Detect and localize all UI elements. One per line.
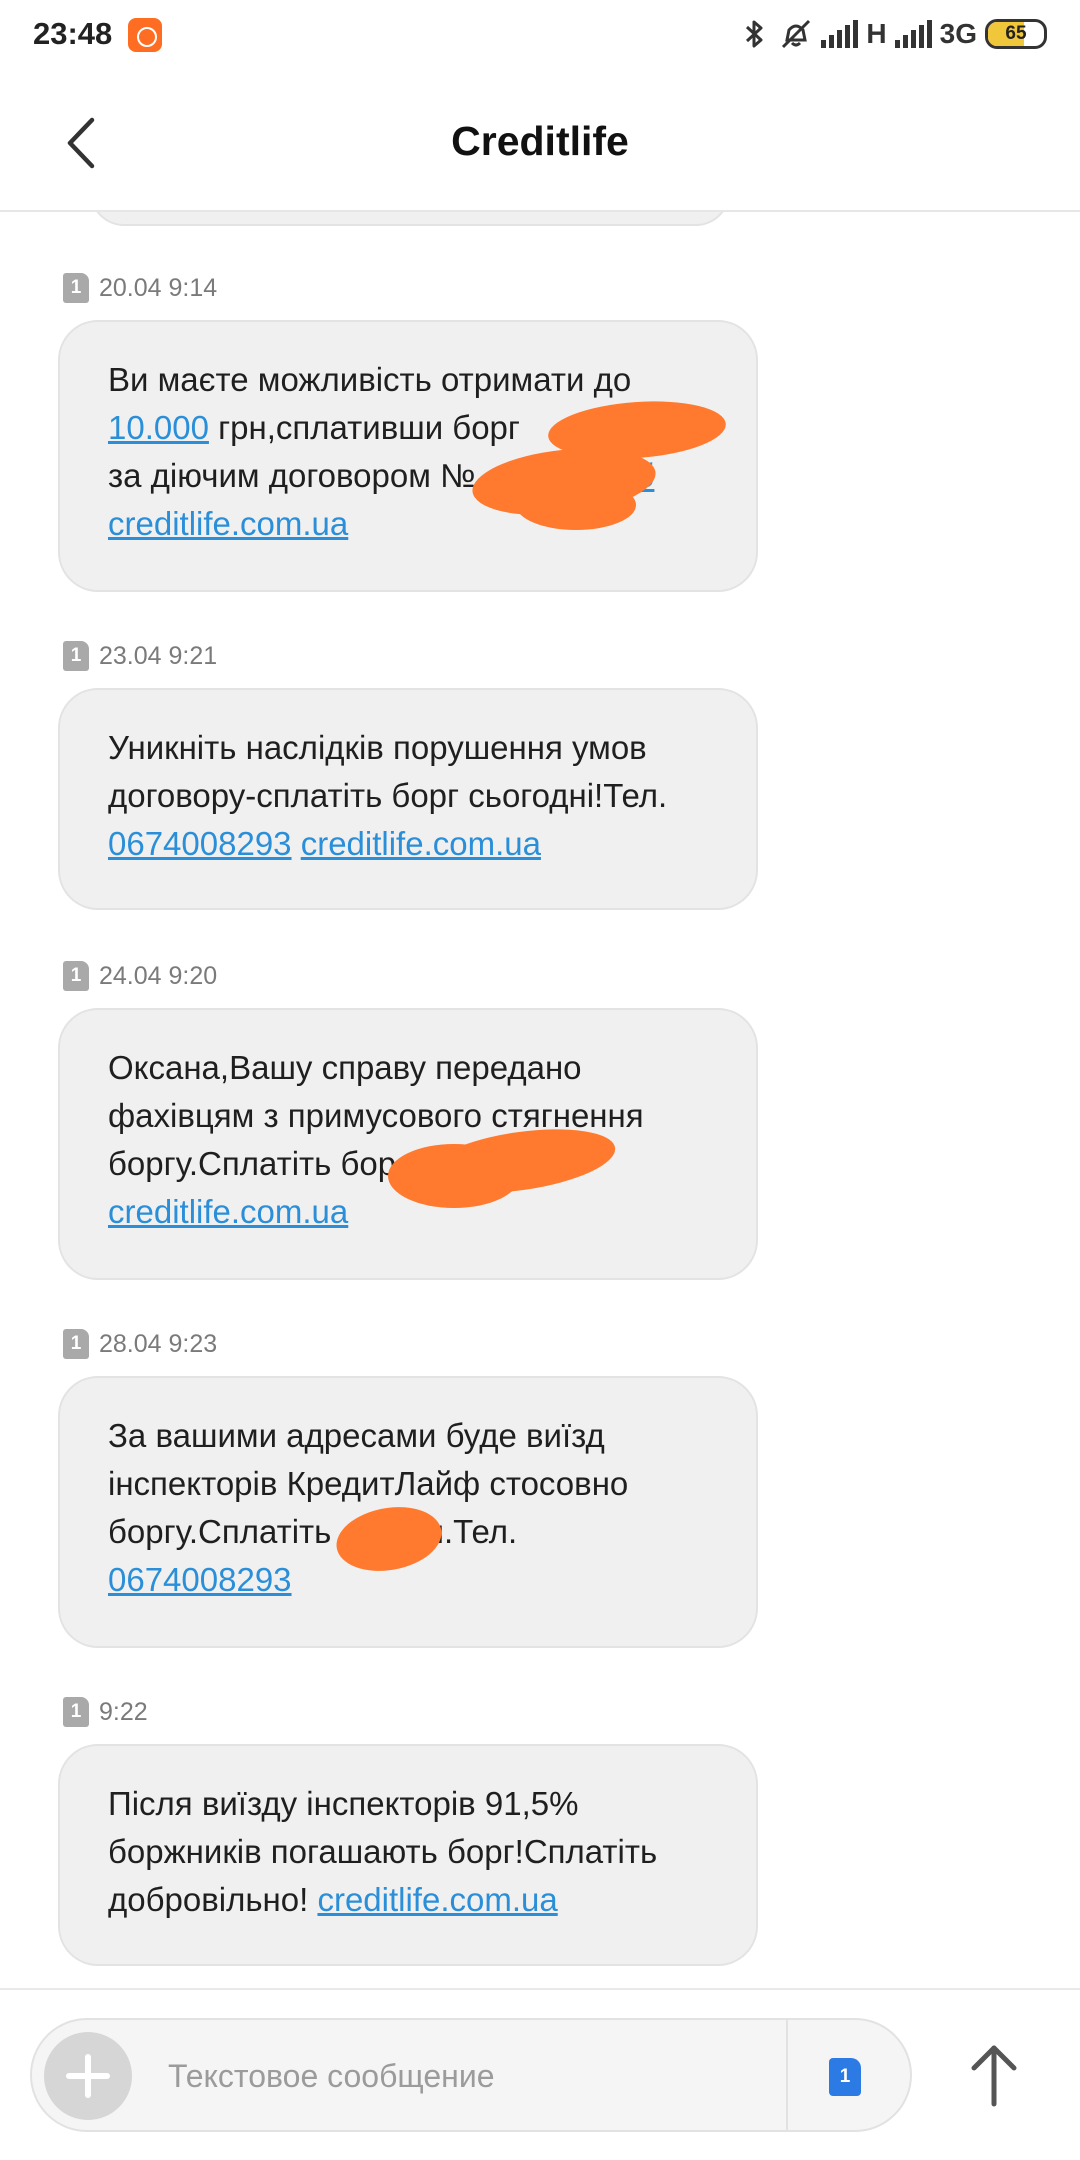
message-meta: 1 23.04 9:21 [63,640,217,672]
composer-bar: Текстовое сообщение 1 [0,1988,1080,2160]
message-bubble[interactable]: Уникніть наслідків порушення умов догово… [58,688,758,910]
amount-link[interactable]: 10.000 [108,409,209,446]
website-link[interactable]: creditlife.com.ua [108,1193,348,1230]
message-timestamp: 9:22 [99,1697,148,1726]
previous-message-bubble [90,212,730,226]
message-meta: 1 24.04 9:20 [63,960,217,992]
sim-badge: 1 [63,961,89,991]
phone-link[interactable]: 0674008293 [108,825,292,862]
add-attachment-button[interactable] [44,2032,132,2120]
sim-select-button[interactable]: 1 [829,2058,861,2096]
sim-badge: 1 [63,641,89,671]
website-link[interactable]: creditlife.com.ua [301,825,541,862]
vibrate-off-icon [782,19,811,49]
conversation-header: Creditlife [0,72,1080,212]
status-time: 23:48 [33,16,113,51]
message-text: Ви маєте можливість отримати до [108,361,632,398]
conversation-title: Creditlife [451,118,629,164]
battery-icon: 65 [985,19,1047,49]
website-link[interactable]: creditlife.com.ua [108,505,348,542]
signal-icon [821,20,859,48]
message-bubble[interactable]: За вашими адресами буде виїзд інспекторі… [58,1376,758,1648]
redaction-mark [516,480,636,530]
composer-divider [786,2020,788,2130]
signal-icon [894,20,932,48]
message-timestamp: 24.04 9:20 [99,961,218,990]
network-type-label: H [866,18,887,49]
redaction-mark [388,1144,520,1208]
status-bar: 23:48 H 3G 65 [0,0,1080,72]
message-bubble[interactable]: Ви маєте можливість отримати до 10.000 г… [58,320,758,592]
phone-link[interactable]: 0674008293 [108,1561,292,1598]
redaction-mark [331,1499,447,1579]
battery-level: 65 [1005,23,1027,44]
message-timestamp: 28.04 9:23 [99,1329,218,1358]
message-meta: 1 20.04 9:14 [63,272,217,304]
message-text: за діючим договором № [108,457,476,494]
network-type-label: 3G [939,18,977,49]
message-list[interactable]: 1 20.04 9:14 Ви маєте можливість отримат… [0,212,1080,1988]
message-input[interactable]: Текстовое сообщение 1 [30,2018,912,2132]
sim-badge: 1 [63,1329,89,1359]
message-text: Уникніть наслідків порушення умов догово… [108,729,668,814]
status-icons: H 3G 65 [737,14,1047,54]
message-input-placeholder: Текстовое сообщение [168,2058,495,2094]
bluetooth-icon [746,20,763,48]
message-timestamp: 23.04 9:21 [99,641,218,670]
message-bubble[interactable]: Оксана,Вашу справу передано фахівцям з п… [58,1008,758,1280]
message-bubble[interactable]: Після виїзду інспекторів 91,5% боржників… [58,1744,758,1966]
send-arrow-icon[interactable] [964,2034,1024,2114]
message-timestamp: 20.04 9:14 [99,273,218,302]
sim-badge: 1 [63,1697,89,1727]
message-meta: 1 9:22 [63,1696,148,1728]
message-text: грн,сплативши борг [208,409,520,446]
message-meta: 1 28.04 9:23 [63,1328,217,1360]
app-notification-icon [128,18,162,52]
sim-badge: 1 [63,273,89,303]
website-link[interactable]: creditlife.com.ua [317,1881,557,1918]
